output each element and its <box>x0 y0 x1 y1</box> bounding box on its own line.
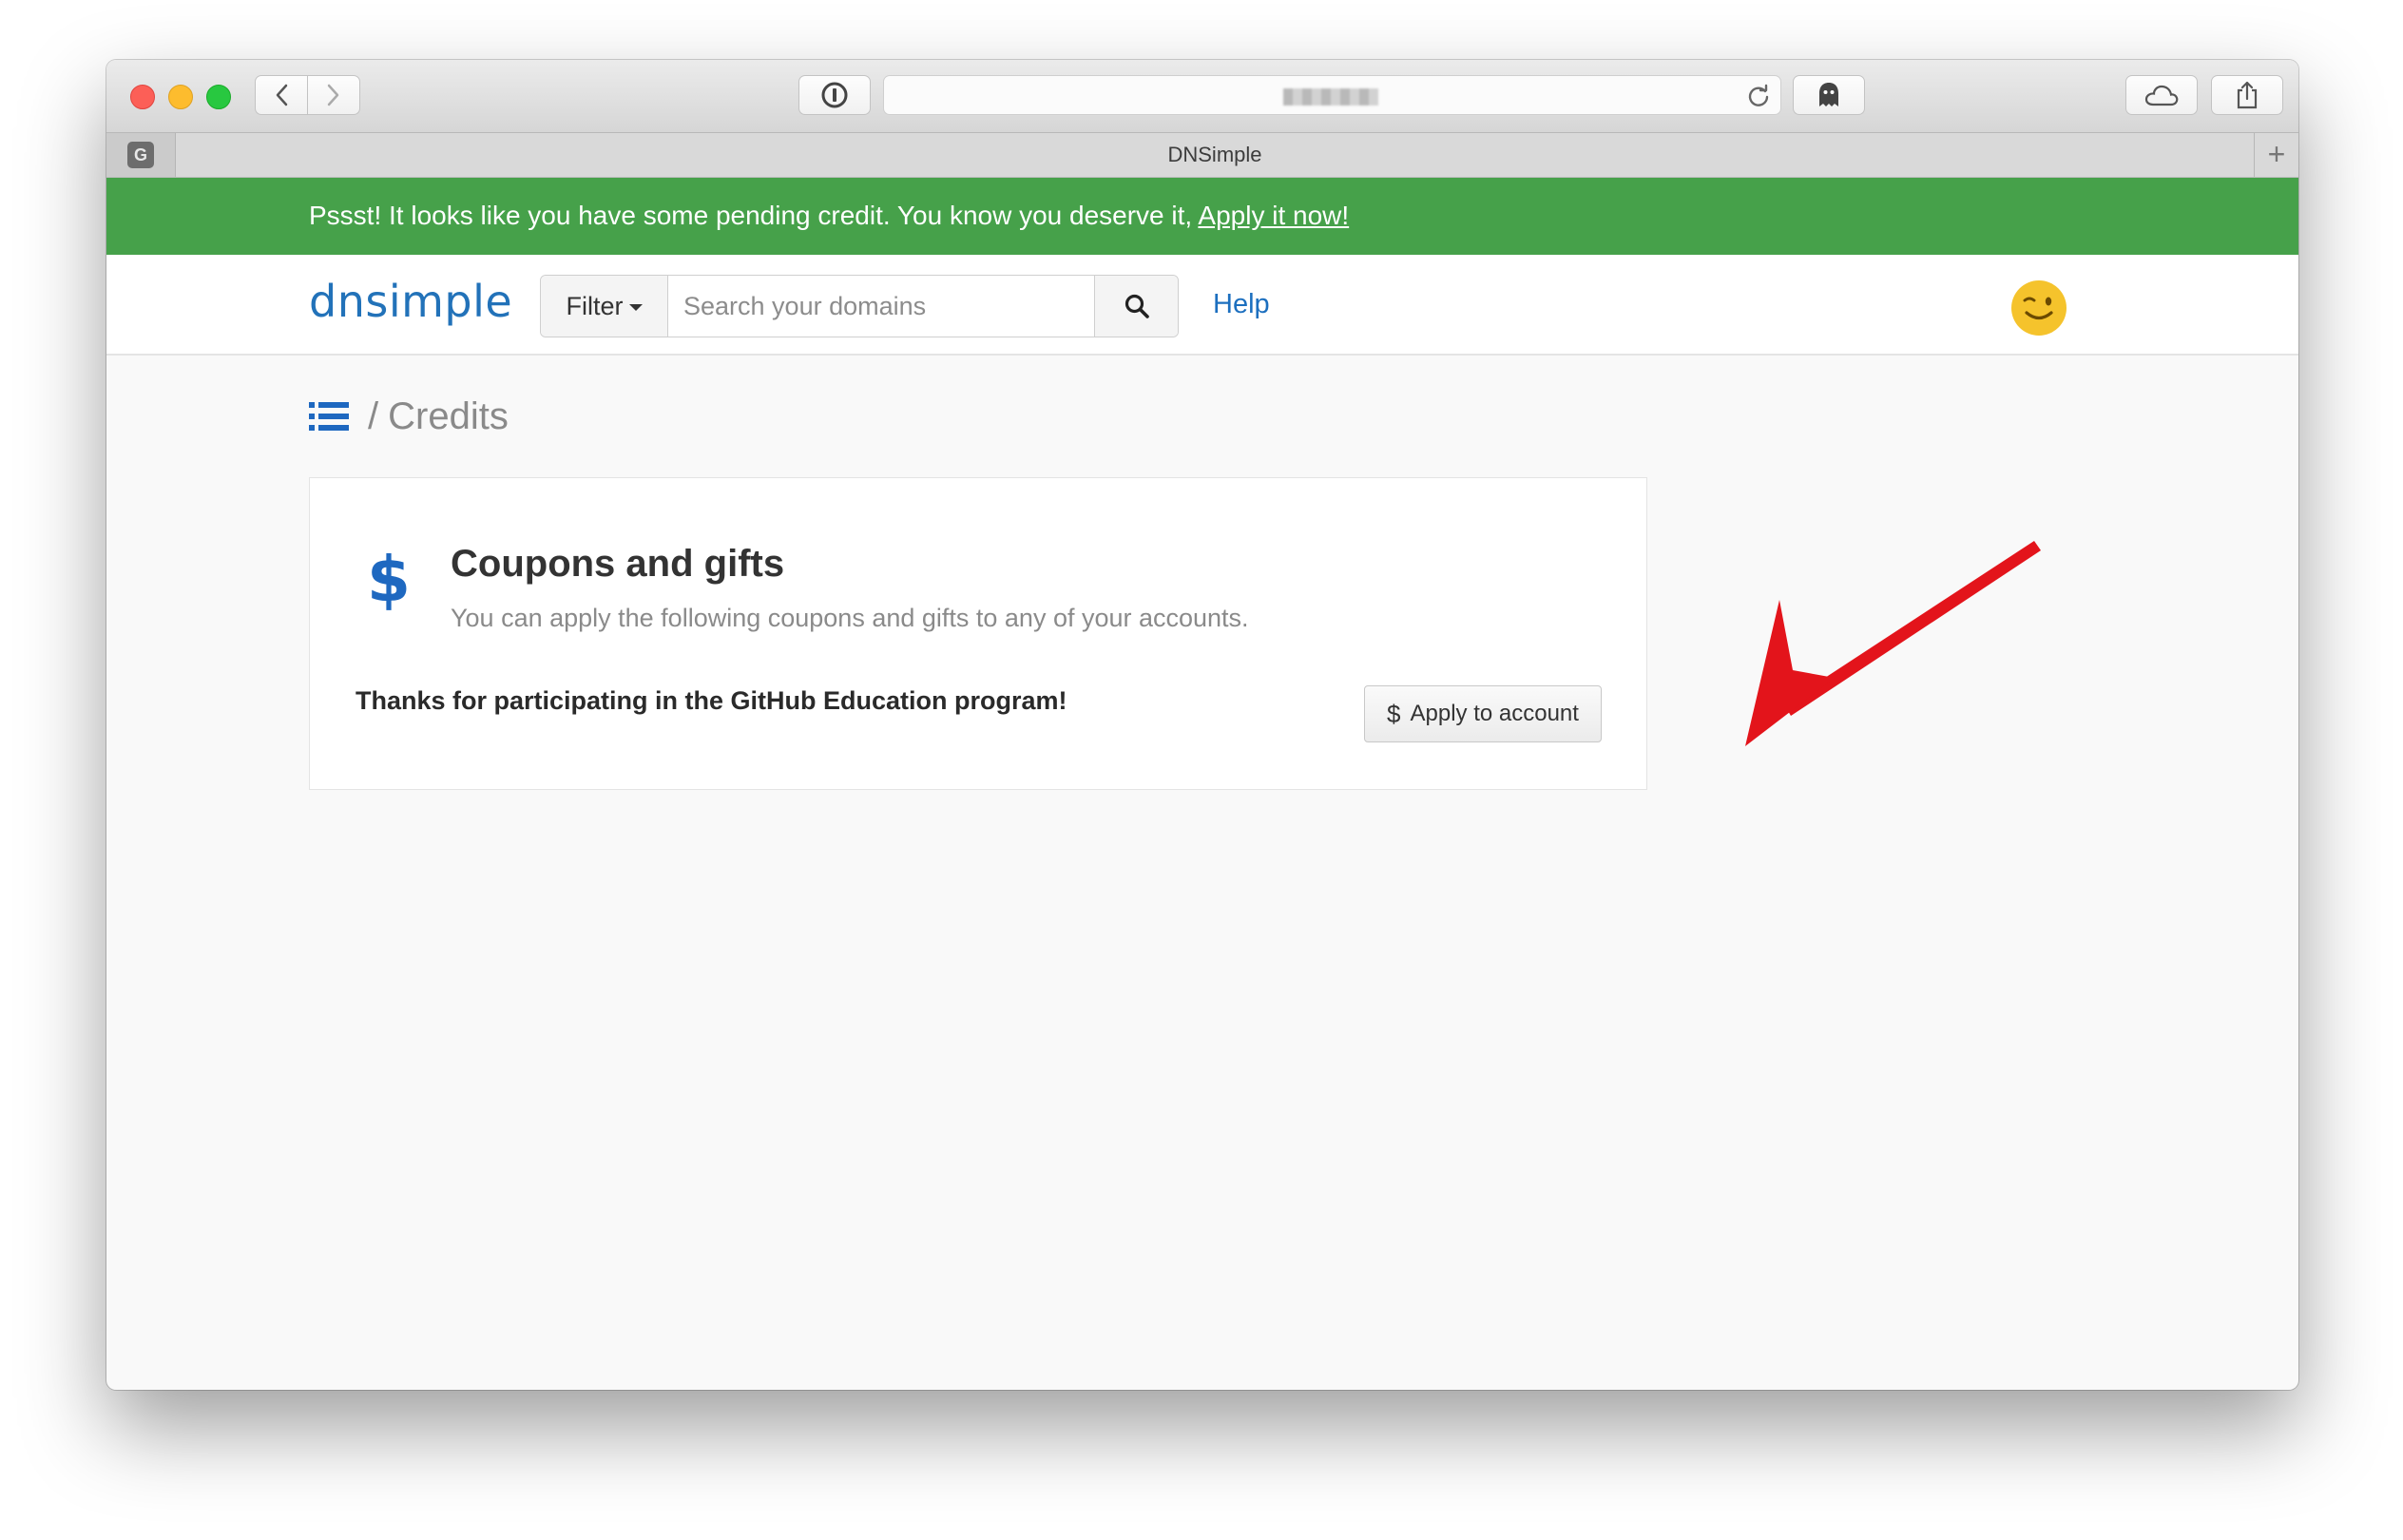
tab-bar: G DNSimple + <box>106 133 2298 178</box>
zoom-window-button[interactable] <box>206 85 231 109</box>
browser-toolbar <box>106 60 2298 133</box>
browser-window: G DNSimple + Pssst! It looks like you ha… <box>106 60 2298 1390</box>
list-icon[interactable] <box>309 400 349 433</box>
help-link[interactable]: Help <box>1213 289 1270 320</box>
user-avatar[interactable] <box>2010 279 2067 337</box>
icloud-tabs-button[interactable] <box>2125 75 2198 115</box>
reload-button[interactable] <box>1746 84 1771 113</box>
reload-icon <box>1748 84 1769 106</box>
ghostery-button[interactable] <box>1793 75 1865 115</box>
minimize-window-button[interactable] <box>168 85 193 109</box>
g-favicon-icon: G <box>127 142 154 168</box>
password-manager-button[interactable] <box>798 75 871 115</box>
banner-text: Pssst! It looks like you have some pendi… <box>309 201 1199 230</box>
banner-message: Pssst! It looks like you have some pendi… <box>309 201 1349 231</box>
password-manager-icon <box>821 82 848 108</box>
caret-down-icon <box>628 304 643 311</box>
apply-now-link[interactable]: Apply it now! <box>1198 201 1349 230</box>
coupon-description: Thanks for participating in the GitHub E… <box>356 686 1067 715</box>
search-icon <box>1125 294 1149 318</box>
address-bar[interactable] <box>883 75 1781 115</box>
dollar-icon: $ <box>367 543 411 616</box>
forward-button[interactable] <box>307 75 360 115</box>
domain-search-input[interactable] <box>668 276 1096 337</box>
winking-emoji-icon <box>2011 280 2067 336</box>
search-button[interactable] <box>1094 276 1178 337</box>
annotation-arrow <box>1745 541 2041 746</box>
pinned-tab[interactable]: G <box>106 133 176 177</box>
blurred-url <box>1283 88 1378 106</box>
apply-to-account-button[interactable]: $ Apply to account <box>1364 685 1602 742</box>
share-icon <box>2237 81 2258 109</box>
dollar-small-icon: $ <box>1387 699 1401 728</box>
breadcrumb: / Credits <box>309 393 509 440</box>
card-subtitle: You can apply the following coupons and … <box>451 604 1249 632</box>
breadcrumb-separator: / <box>368 395 379 437</box>
new-tab-button[interactable]: + <box>2254 133 2298 177</box>
filter-label: Filter <box>566 291 624 320</box>
pending-credit-banner: Pssst! It looks like you have some pendi… <box>106 178 2298 255</box>
top-navbar: dnsimple Filter Help <box>106 255 2298 356</box>
cloud-icon <box>2144 85 2179 106</box>
card-title: Coupons and gifts <box>451 543 785 585</box>
close-window-button[interactable] <box>130 85 155 109</box>
coupons-card: $ Coupons and gifts You can apply the fo… <box>309 477 1647 790</box>
breadcrumb-current: Credits <box>388 395 509 437</box>
back-button[interactable] <box>255 75 308 115</box>
filter-dropdown-button[interactable]: Filter <box>541 276 668 337</box>
dnsimple-logo[interactable]: dnsimple <box>309 276 512 327</box>
ghost-icon <box>1819 83 1838 106</box>
domain-search-group: Filter <box>540 275 1179 337</box>
chevron-left-icon <box>276 84 288 106</box>
tab-dnsimple[interactable]: DNSimple <box>175 133 2255 177</box>
apply-button-label: Apply to account <box>1410 701 1579 726</box>
chevron-right-icon <box>327 84 339 106</box>
share-button[interactable] <box>2211 75 2283 115</box>
